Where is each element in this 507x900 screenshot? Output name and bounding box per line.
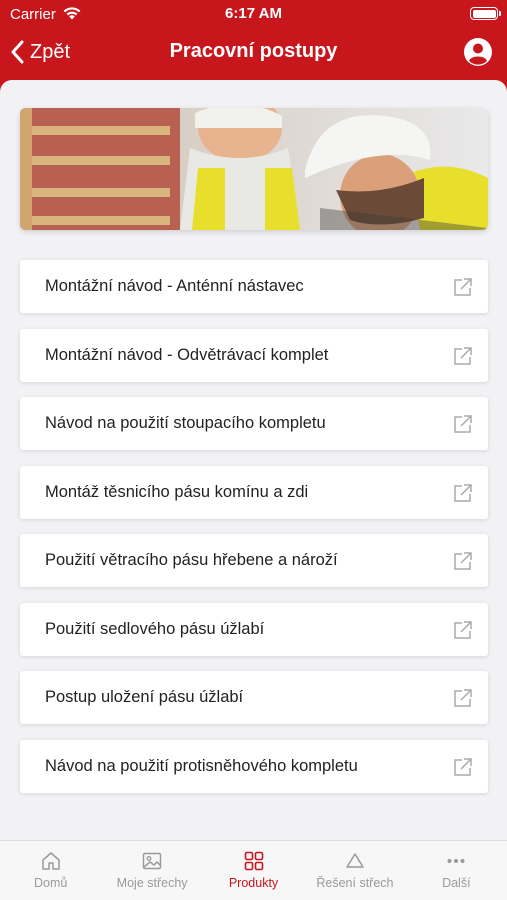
external-link-icon xyxy=(454,689,472,707)
list-item[interactable]: Montážní návod - Odvětrávací komplet xyxy=(20,328,488,382)
tab-more[interactable]: Další xyxy=(406,841,507,900)
external-link-icon xyxy=(454,757,472,776)
item-label: Použití sedlového pásu úžlabí xyxy=(45,619,265,638)
tab-label: Produkty xyxy=(228,876,279,890)
procedure-list: Montážní návod - Anténní nástavec Montáž… xyxy=(20,260,488,808)
tab-bar: Domů Moje střechy Produkty Řešení střech… xyxy=(0,840,507,900)
item-label: Montážní návod - Anténní nástavec xyxy=(45,277,304,295)
tab-label: Moje střechy xyxy=(116,876,188,890)
external-link-icon xyxy=(454,346,472,365)
hero-image xyxy=(20,108,488,230)
tab-products[interactable]: Produkty xyxy=(203,841,304,900)
navigation-header: Carrier 6:17 AM Zpět Pracovní postupy xyxy=(0,0,507,80)
tab-my-roofs[interactable]: Moje střechy xyxy=(101,841,202,900)
item-label: Montáž těsnicího pásu komínu a zdi xyxy=(45,482,309,501)
item-label: Použití větracího pásu hřebene a nároží xyxy=(45,551,338,569)
grid-icon xyxy=(244,851,263,871)
list-item[interactable]: Návod na použití stoupacího kompletu xyxy=(20,397,488,450)
list-item[interactable]: Použití sedlového pásu úžlabí xyxy=(20,602,488,656)
list-item[interactable]: Montáž těsnicího pásu komínu a zdi xyxy=(20,465,488,519)
list-item[interactable]: Montážní návod - Anténní nástavec xyxy=(20,260,488,313)
battery-icon xyxy=(470,7,501,20)
home-icon xyxy=(41,852,60,870)
status-bar: Carrier 6:17 AM xyxy=(0,0,507,28)
triangle-icon xyxy=(346,853,364,868)
image-icon xyxy=(142,852,162,870)
external-link-icon xyxy=(454,278,472,296)
item-label: Návod na použití protisněhového kompletu xyxy=(45,756,358,775)
tab-roof-solutions[interactable]: Řešení střech xyxy=(304,841,405,900)
external-link-icon xyxy=(454,552,472,570)
more-icon xyxy=(447,859,465,863)
external-link-icon xyxy=(454,483,472,502)
external-link-icon xyxy=(454,415,472,433)
item-label: Montážní návod - Odvětrávací komplet xyxy=(45,345,329,364)
content-area: Montážní návod - Anténní nástavec Montáž… xyxy=(0,80,507,840)
item-label: Návod na použití stoupacího kompletu xyxy=(45,414,326,432)
clock: 6:17 AM xyxy=(225,5,282,22)
tab-label: Další xyxy=(442,876,471,890)
list-item[interactable]: Použití větracího pásu hřebene a nároží xyxy=(20,534,488,587)
page-title: Pracovní postupy xyxy=(169,40,338,62)
item-label: Postup uložení pásu úžlabí xyxy=(45,688,244,706)
list-item[interactable]: Návod na použití protisněhového kompletu xyxy=(20,739,488,793)
tab-label: Domů xyxy=(34,876,68,890)
tab-home[interactable]: Domů xyxy=(0,841,101,900)
list-item[interactable]: Postup uložení pásu úžlabí xyxy=(20,671,488,724)
account-icon[interactable] xyxy=(463,37,493,67)
external-link-icon xyxy=(454,620,472,639)
tab-label: Řešení střech xyxy=(316,876,394,890)
